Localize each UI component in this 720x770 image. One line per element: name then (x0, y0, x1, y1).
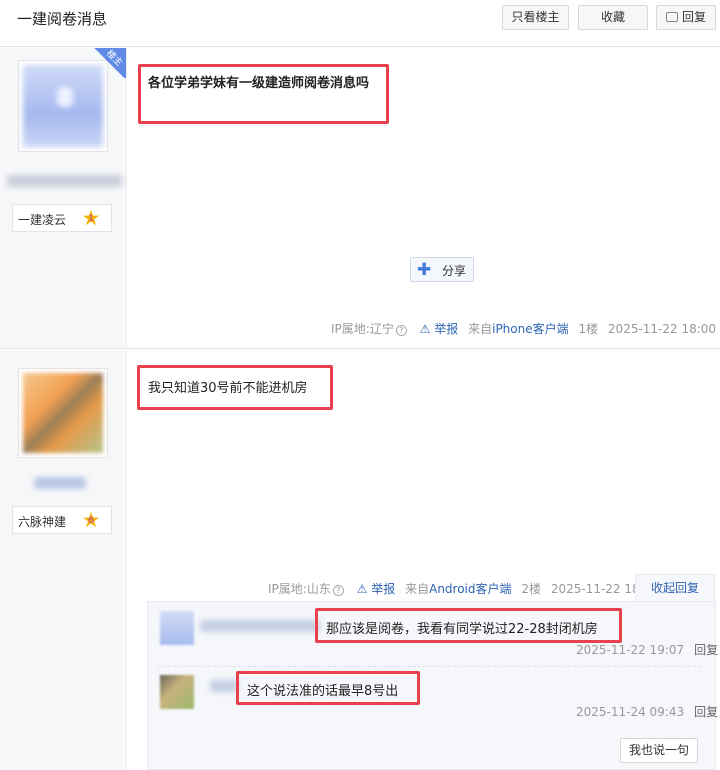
post2-ip: IP属地:山东 (268, 582, 331, 596)
post1-report[interactable]: ⚠ 举报 (420, 322, 459, 336)
post2-floor: 2楼 (521, 582, 541, 596)
sub-reply1-time: 2025-11-22 19:07 (576, 643, 685, 657)
post1-meta: IP属地:辽宁? ⚠ 举报 来自iPhone客户端 1楼 2025-11-22 … (331, 320, 720, 337)
reply-bubble-icon (665, 12, 678, 22)
share-label: 分享 (442, 264, 467, 278)
reply-button-label: 回复 (681, 10, 706, 24)
sub-reply1-meta: 2025-11-22 19:07 回复 (576, 641, 718, 658)
sub-reply2-blurred-username (210, 680, 238, 692)
say-something-button[interactable]: 我也说一句 (620, 738, 698, 763)
post2-level-badge[interactable]: 六脉神建 ★ 6 (12, 506, 112, 534)
report-warning-icon: ⚠ (356, 582, 368, 596)
favorite-button[interactable]: 收藏 (578, 5, 648, 30)
post2-meta: IP属地:山东? ⚠ 举报 来自Android客户端 2楼 2025-11-22… (268, 580, 659, 597)
post2-report[interactable]: ⚠ 举报 (357, 582, 396, 596)
post1-source-prefix: 来自 (468, 322, 493, 336)
reply-button[interactable]: 回复 (656, 5, 716, 30)
thread-title: 一建阅卷消息 (17, 10, 108, 28)
post2-avatar[interactable] (18, 368, 108, 458)
post2-username: 六脉神建 (18, 515, 67, 529)
sub-reply2-avatar[interactable] (160, 675, 194, 709)
sub-reply1-blurred-username (200, 620, 320, 632)
only-op-button[interactable]: 只看楼主 (502, 5, 569, 30)
post1-time: 2025-11-22 18:00 (607, 322, 717, 336)
post1-ip: IP属地:辽宁 (331, 322, 394, 336)
post2-source-prefix: 来自 (405, 582, 430, 596)
sub-reply2-meta: 2025-11-24 09:43 回复 (576, 703, 718, 720)
sub-reply2-reply-link[interactable]: 回复 (694, 705, 718, 719)
thread-header: 一建阅卷消息 只看楼主 收藏 回复 (0, 0, 720, 47)
ip-help-icon[interactable]: ? (332, 585, 344, 596)
sub-reply2-content: 这个说法准的话最早8号出 (247, 684, 399, 699)
post2-content: 我只知道30号前不能进机房 (148, 381, 308, 396)
share-plus-icon: ✚ (417, 260, 432, 280)
sub-reply1-content: 那应该是阅卷，我看有同学说过22-28封闭机房 (326, 622, 598, 637)
post1-level-badge[interactable]: 一建凌云 ★ 1 (12, 204, 112, 232)
share-button[interactable]: ✚ 分享 (410, 257, 474, 282)
level-star-icon: ★ 6 (81, 508, 101, 532)
op-badge: 楼主 (92, 48, 126, 78)
sub-reply-divider (158, 666, 701, 667)
post2-source-client[interactable]: Android客户端 (429, 582, 511, 596)
sub-reply1-avatar[interactable] (160, 611, 194, 645)
sub-reply2-time: 2025-11-24 09:43 (576, 705, 685, 719)
sub-reply1-reply-link[interactable]: 回复 (694, 643, 718, 657)
post1-source-client[interactable]: iPhone客户端 (492, 322, 569, 336)
post2-blurred-username (34, 477, 86, 489)
post1-floor: 1楼 (578, 322, 599, 336)
ip-help-icon[interactable]: ? (395, 325, 407, 336)
report-warning-icon: ⚠ (419, 322, 431, 336)
retract-replies-button[interactable]: 收起回复 (635, 574, 715, 602)
level-star-icon: ★ 1 (81, 206, 101, 230)
post1-blurred-username (7, 175, 122, 187)
post1-username: 一建凌云 (18, 213, 67, 227)
post1-content: 各位学弟学妹有一级建造师阅卷消息吗 (148, 76, 370, 91)
